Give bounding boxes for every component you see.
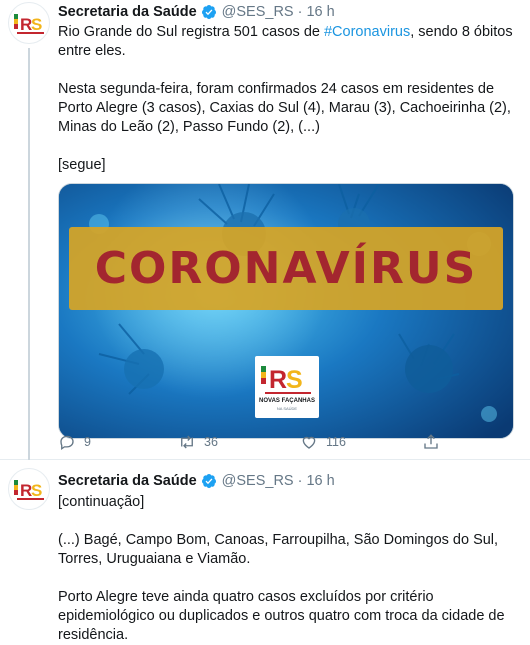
timestamp[interactable]: 16 h [306, 473, 334, 489]
retweet-button[interactable]: 36 [178, 433, 218, 451]
paragraph-3: Porto Alegre teve ainda quatro casos exc… [58, 589, 505, 643]
author-name[interactable]: Secretaria da Saúde [58, 473, 197, 489]
reply-icon [60, 435, 74, 451]
paragraph-3: [segue] [58, 157, 106, 173]
author-handle[interactable]: @SES_RS [222, 473, 294, 489]
paragraph-2: (...) Bagé, Campo Bom, Canoas, Farroupil… [58, 532, 499, 567]
paragraph-2: Nesta segunda-feira, foram confirmados 2… [58, 81, 511, 135]
tweet-image[interactable]: CORONAVÍRUS R S NOVAS FAÇANHAS NA SAÚDE [58, 183, 514, 439]
banner-title: CORONAVÍRUS [94, 243, 478, 294]
logo-tagline: NOVAS FAÇANHAS [259, 398, 315, 404]
logo-sub: NA SAÚDE [277, 406, 298, 411]
paragraph-1: Rio Grande do Sul registra 501 casos de … [58, 24, 513, 59]
avatar[interactable]: R S [8, 468, 50, 510]
tweet-2[interactable]: Secretaria da Saúde @SES_RS · 16 h [cont… [58, 470, 516, 645]
tweet-header: Secretaria da Saúde @SES_RS · 16 h [58, 470, 516, 492]
timestamp[interactable]: 16 h [306, 4, 334, 20]
hashtag-link[interactable]: #Coronavirus [324, 24, 410, 40]
share-button[interactable] [422, 433, 448, 451]
svg-text:S: S [286, 366, 303, 394]
author-handle[interactable]: @SES_RS [222, 4, 294, 20]
tweet-1[interactable]: R S Secretaria da Saúde @SES_RS · 16 h R… [0, 0, 530, 460]
like-count: 116 [326, 435, 346, 449]
svg-text:S: S [31, 481, 42, 500]
tweet-text: Rio Grande do Sul registra 501 casos de … [58, 23, 516, 175]
svg-text:R: R [269, 366, 287, 394]
verified-badge-icon [201, 5, 216, 20]
coronavirus-banner: CORONAVÍRUS [69, 227, 503, 310]
tweet-actions: 9 36 116 [58, 433, 478, 453]
verified-badge-icon [201, 474, 216, 489]
retweet-icon [181, 435, 193, 449]
like-button[interactable]: 116 [300, 433, 346, 451]
tweet-header: Secretaria da Saúde @SES_RS · 16 h [58, 0, 516, 22]
svg-text:S: S [31, 15, 42, 34]
separator-dot: · [297, 4, 303, 20]
reply-button[interactable]: 9 [58, 433, 91, 451]
separator-dot: · [297, 473, 303, 489]
tweet-text: [continuação] (...) Bagé, Campo Bom, Can… [58, 493, 516, 645]
rs-logo: R S NOVAS FAÇANHAS NA SAÚDE [255, 356, 319, 418]
share-icon [424, 434, 438, 449]
reply-count: 9 [84, 435, 91, 449]
paragraph-1: [continuação] [58, 494, 145, 510]
avatar[interactable]: R S [8, 2, 50, 44]
author-name[interactable]: Secretaria da Saúde [58, 4, 197, 20]
like-icon [302, 436, 316, 449]
thread-line [28, 48, 30, 460]
retweet-count: 36 [204, 435, 218, 449]
